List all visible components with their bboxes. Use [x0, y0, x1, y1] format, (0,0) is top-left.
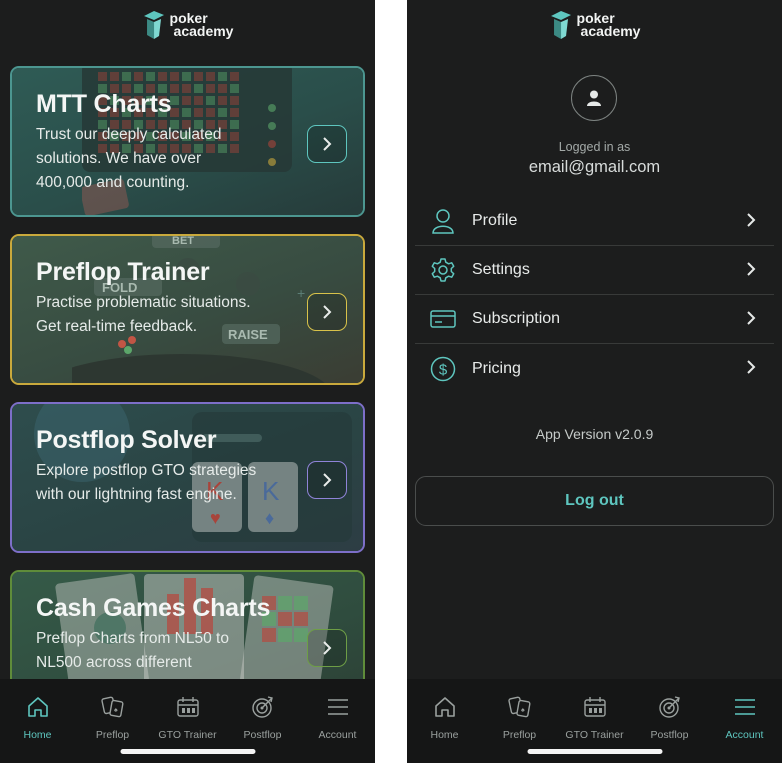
- tab-label: Preflop: [502, 729, 537, 741]
- calendar-icon: [176, 697, 199, 717]
- menu-item-subscription[interactable]: Subscription: [415, 295, 774, 344]
- chevron-right-icon: [323, 641, 332, 655]
- card-title: Postflop Solver: [36, 426, 217, 454]
- avatar[interactable]: [571, 75, 617, 121]
- menu-label: Settings: [472, 261, 530, 278]
- logo-line-2: academy: [580, 23, 641, 39]
- poker-academy-logo: poker academy: [549, 10, 641, 40]
- home-indicator[interactable]: [120, 749, 255, 754]
- logo-line-2: academy: [173, 23, 234, 39]
- svg-text:♦: ♦: [265, 508, 274, 528]
- user-avatar-icon: [587, 90, 601, 106]
- tab-label: Postflop: [243, 729, 282, 741]
- svg-text:+: +: [297, 285, 305, 301]
- tab-gto-trainer[interactable]: GTO Trainer: [557, 693, 632, 741]
- card-title: Preflop Trainer: [36, 258, 210, 286]
- card-open-button[interactable]: [307, 293, 347, 331]
- tab-label: Account: [318, 729, 357, 741]
- card-preflop-trainer[interactable]: BET FOLD RAISE + Preflop Trainer Practis…: [10, 234, 365, 385]
- target-icon: [251, 696, 273, 718]
- menu-icon: [327, 699, 348, 715]
- tab-account[interactable]: Account: [707, 693, 782, 741]
- svg-text:♥: ♥: [210, 508, 221, 528]
- tab-label: Postflop: [650, 729, 689, 741]
- menu-item-pricing[interactable]: $ Pricing: [415, 344, 774, 393]
- svg-text:$: $: [439, 361, 448, 378]
- tab-label: Home: [430, 729, 459, 741]
- logo-mark-icon: [143, 11, 164, 39]
- card-title: MTT Charts: [36, 90, 172, 118]
- decor-bet-label: BET: [172, 236, 194, 247]
- card-postflop-solver[interactable]: K ♥ K ♦ Postflop Solver Explore postflop…: [10, 402, 365, 553]
- logout-button[interactable]: Log out: [415, 476, 774, 526]
- home-indicator[interactable]: [527, 749, 662, 754]
- chevron-right-icon: [747, 213, 756, 227]
- chevron-right-icon: [323, 137, 332, 151]
- card-title: Cash Games Charts: [36, 594, 271, 622]
- target-icon: [658, 696, 680, 718]
- card-open-button[interactable]: [307, 461, 347, 499]
- chevron-right-icon: [323, 473, 332, 487]
- cards-icon: ♠: [100, 696, 124, 718]
- menu-item-profile[interactable]: Profile: [415, 197, 774, 246]
- dollar-icon: $: [430, 356, 456, 381]
- poker-academy-logo: poker academy: [142, 10, 234, 40]
- tab-account[interactable]: Account: [300, 693, 375, 741]
- home-screen: poker academy + MTT Charts Trus: [0, 0, 375, 763]
- calendar-icon: [583, 697, 606, 717]
- account-email: email@gmail.com: [528, 158, 661, 176]
- card-open-button[interactable]: [307, 125, 347, 163]
- home-icon: [434, 697, 455, 717]
- menu-item-settings[interactable]: Settings: [415, 246, 774, 295]
- tab-home[interactable]: Home: [0, 693, 75, 741]
- svg-text:♠: ♠: [114, 707, 118, 714]
- tab-postflop[interactable]: Postflop: [632, 693, 707, 741]
- card-description: Preflop Charts from NL50 to NL500 across…: [36, 630, 229, 671]
- tab-label: Home: [23, 729, 52, 741]
- tab-home[interactable]: Home: [407, 693, 482, 741]
- home-icon: [27, 697, 48, 717]
- menu-icon: [734, 699, 755, 715]
- card-description: Trust our deeply calculated solutions. W…: [36, 126, 222, 191]
- menu-label: Pricing: [472, 359, 521, 377]
- bottom-tab-bar: Home ♠ Preflop GTO Trainer Postflop Acco…: [407, 679, 782, 763]
- cards-icon: ♠: [507, 696, 531, 718]
- menu-label: Subscription: [472, 310, 561, 327]
- gear-icon: [431, 258, 455, 282]
- logged-in-label: Logged in as: [558, 140, 631, 154]
- tab-postflop[interactable]: Postflop: [225, 693, 300, 741]
- svg-text:♠: ♠: [521, 707, 525, 714]
- card-description: Explore postflop GTO strategies with our…: [36, 462, 257, 503]
- bottom-tab-bar: Home ♠ Preflop GTO Trainer Postflop Acco…: [0, 679, 375, 763]
- chevron-right-icon: [323, 305, 332, 319]
- user-icon: [432, 209, 454, 234]
- chevron-right-icon: [747, 360, 756, 374]
- logo-mark-icon: [550, 11, 571, 39]
- tab-label: GTO Trainer: [565, 729, 624, 741]
- tab-label: Preflop: [95, 729, 130, 741]
- credit-card-icon: [430, 310, 456, 328]
- tab-preflop[interactable]: ♠ Preflop: [75, 693, 150, 741]
- card-description: Practise problematic situations. Get rea…: [36, 294, 251, 335]
- tab-gto-trainer[interactable]: GTO Trainer: [150, 693, 225, 741]
- chevron-right-icon: [747, 262, 756, 276]
- card-open-button[interactable]: [307, 629, 347, 667]
- tab-label: GTO Trainer: [158, 729, 217, 741]
- tab-label: Account: [725, 729, 764, 741]
- account-screen: poker academy Logged in as email@gmail.c…: [407, 0, 782, 763]
- menu-label: Profile: [472, 212, 518, 229]
- chevron-right-icon: [747, 311, 756, 325]
- account-menu: Profile Settings Subscription $ Pricing: [415, 197, 774, 393]
- card-mtt-charts[interactable]: + MTT Charts Trust our deeply calculated…: [10, 66, 365, 217]
- app-version: App Version v2.0.9: [535, 426, 654, 442]
- tab-preflop[interactable]: ♠ Preflop: [482, 693, 557, 741]
